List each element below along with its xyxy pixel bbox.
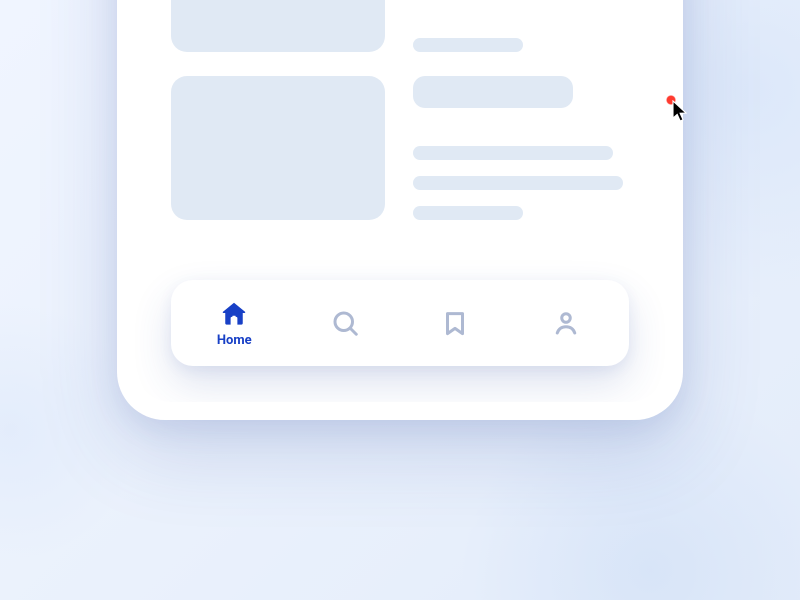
text-placeholder — [413, 206, 523, 220]
nav-item-home[interactable]: Home — [179, 280, 290, 366]
text-placeholder — [413, 146, 613, 160]
nav-item-search[interactable]: Search — [290, 280, 401, 366]
list-item — [171, 76, 629, 220]
title-placeholder — [413, 76, 573, 108]
text-placeholder — [413, 38, 523, 52]
user-icon — [551, 308, 581, 338]
nav-item-profile[interactable]: Profile — [511, 280, 622, 366]
bookmark-icon — [440, 308, 470, 338]
text-placeholder-group — [413, 38, 629, 52]
device-screen: Home Search Saved Profile — [135, 0, 665, 402]
list-item — [171, 0, 629, 52]
text-placeholder — [413, 176, 623, 190]
home-icon — [219, 299, 249, 329]
nav-item-bookmark[interactable]: Saved — [400, 280, 511, 366]
text-placeholder-group — [413, 76, 629, 220]
thumbnail-placeholder — [171, 0, 385, 52]
bottom-nav: Home Search Saved Profile — [171, 280, 629, 366]
search-icon — [330, 308, 360, 338]
content-skeleton — [171, 0, 629, 282]
nav-label-home: Home — [217, 333, 252, 348]
thumbnail-placeholder — [171, 76, 385, 220]
device-frame: Home Search Saved Profile — [117, 0, 683, 420]
